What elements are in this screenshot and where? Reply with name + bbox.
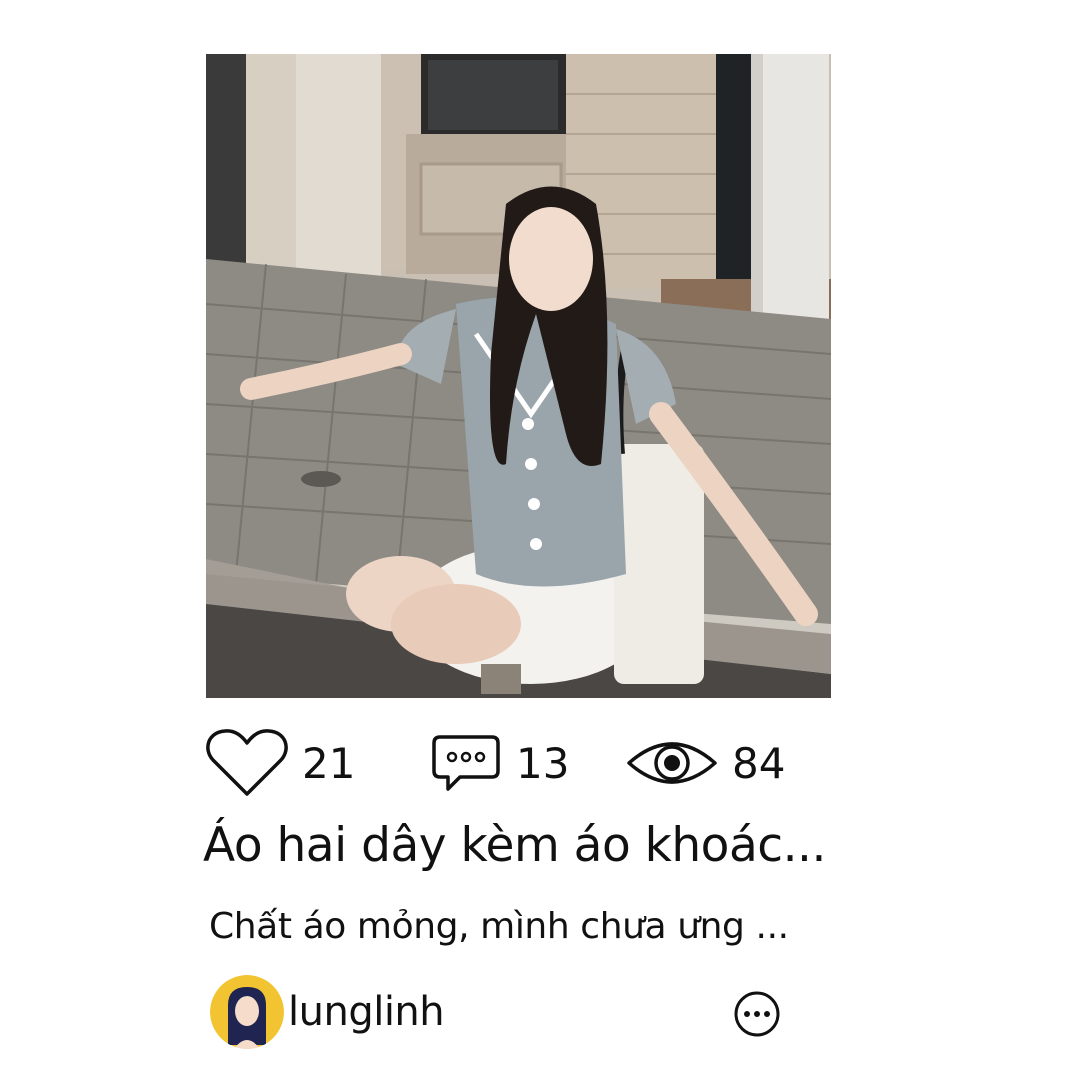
comments-count: 13 [516, 738, 570, 788]
post-description: Chất áo mỏng, mình chưa ưng ... [209, 906, 789, 947]
post-title[interactable]: Áo hai dây kèm áo khoác... [203, 818, 826, 873]
post-photo[interactable] [206, 54, 831, 698]
views-count: 84 [732, 738, 786, 788]
avatar[interactable] [210, 975, 284, 1049]
like-stat[interactable]: 21 [206, 725, 355, 801]
comment-stat[interactable]: 13 [430, 725, 569, 801]
view-stat: 84 [626, 725, 785, 801]
author-username[interactable]: lunglinh [288, 989, 445, 1035]
street-fashion-photo [206, 54, 831, 698]
eye-icon [627, 742, 717, 784]
heart-icon[interactable] [206, 728, 288, 798]
avatar-illustration [210, 975, 284, 1049]
chat-bubble-icon[interactable] [430, 729, 502, 797]
more-options-button[interactable] [733, 990, 781, 1038]
post-stats: 21 13 84 [0, 725, 1080, 805]
likes-count: 21 [302, 738, 356, 788]
author-profile[interactable]: lunglinh [210, 975, 445, 1049]
more-options-icon[interactable] [733, 990, 781, 1038]
